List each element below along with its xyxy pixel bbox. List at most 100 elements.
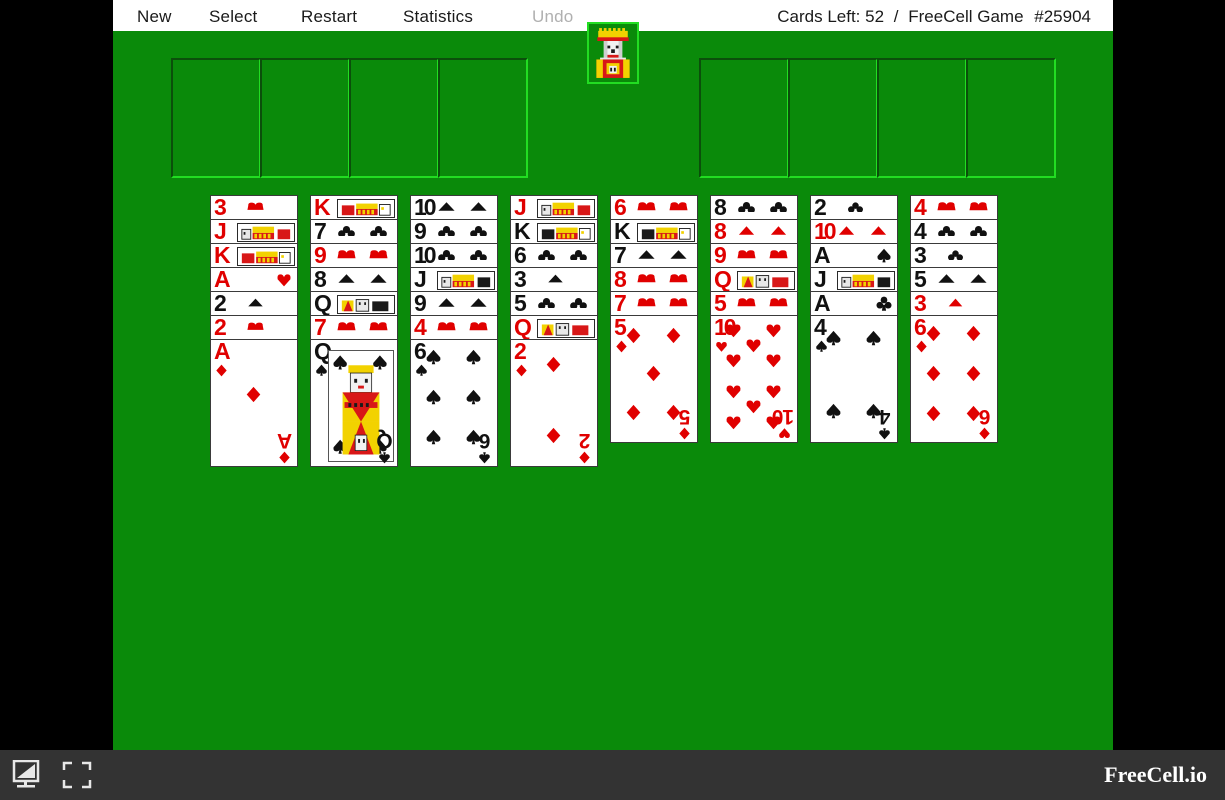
card-suit-pip [369, 321, 388, 332]
card-bottom-index: Q [376, 429, 394, 464]
card-rank: Q [514, 315, 532, 340]
card-q-spades[interactable]: QQ [310, 339, 398, 467]
card-suit-pip [569, 249, 588, 260]
card-rank: J [814, 267, 827, 292]
card-rank: 2 [514, 339, 527, 364]
card-rank: Q [714, 267, 732, 292]
card-suit-pip [947, 297, 964, 308]
card-suit-pip [876, 248, 892, 264]
card-rank: A [814, 243, 831, 268]
card-suit-pip [465, 389, 482, 406]
card-suit-pip [769, 249, 788, 260]
card-face-art [337, 199, 395, 218]
card-face-art [537, 199, 595, 218]
card-rank: Q [314, 291, 332, 316]
card-corner-suit [715, 340, 728, 353]
card-rank: 8 [614, 267, 627, 292]
screen-size-icon[interactable] [12, 760, 44, 790]
card-suit-pip [925, 405, 942, 422]
card-suit-pip [669, 249, 688, 260]
card-suit-pip [969, 225, 988, 236]
card-rank: 7 [314, 315, 327, 340]
card-suit-pip [769, 201, 788, 212]
card-rank: 7 [614, 243, 627, 268]
card-suit-pip [469, 201, 488, 212]
card-face-art [737, 271, 795, 290]
card-suit-pip [547, 273, 564, 284]
card-rank: K [314, 195, 331, 220]
card-suit-pip [665, 327, 682, 344]
card-suit-pip [876, 296, 892, 312]
card-bottom-index: 6 [976, 405, 994, 440]
card-rank: 8 [314, 267, 327, 292]
card-suit-pip [469, 321, 488, 332]
card-corner-suit [515, 364, 528, 377]
card-suit-pip [765, 352, 782, 369]
game-board[interactable]: New Select Restart Statistics Undo Cards… [113, 0, 1113, 750]
card-suit-pip [765, 383, 782, 400]
card-face-art [537, 319, 595, 338]
app-root: New Select Restart Statistics Undo Cards… [0, 0, 1225, 800]
card-suit-pip [245, 386, 262, 403]
card-suit-pip [625, 327, 642, 344]
card-4-spades[interactable]: 44 [810, 315, 898, 443]
card-suit-pip [545, 356, 562, 373]
card-suit-pip [737, 225, 756, 236]
card-suit-pip [437, 201, 456, 212]
card-rank: 7 [614, 291, 627, 316]
card-rank: 9 [714, 243, 727, 268]
card-rank: 4 [914, 195, 927, 220]
card-2-diamonds[interactable]: 22 [510, 339, 598, 467]
card-suit-pip [737, 297, 756, 308]
card-suit-pip [537, 249, 556, 260]
card-suit-pip [765, 322, 782, 339]
card-bottom-index: 5 [676, 405, 694, 440]
card-suit-pip [465, 349, 482, 366]
card-suit-pip [725, 383, 742, 400]
card-suit-pip [469, 225, 488, 236]
card-rank: 10 [414, 195, 437, 220]
card-10-hearts[interactable]: 10 10 [710, 315, 798, 443]
card-rank: J [214, 219, 227, 244]
card-rank: 5 [714, 291, 727, 316]
card-suit-pip [745, 337, 762, 354]
card-rank: 6 [514, 243, 527, 268]
card-suit-pip [425, 349, 442, 366]
card-6-spades[interactable]: 66 [410, 339, 498, 467]
card-face-art [237, 223, 295, 242]
card-suit-pip [276, 272, 292, 288]
card-a-diamonds[interactable]: AA [210, 339, 298, 467]
card-rank: 3 [914, 291, 927, 316]
card-suit-pip [469, 297, 488, 308]
card-suit-pip [337, 273, 356, 284]
card-suit-pip [637, 297, 656, 308]
card-5-diamonds[interactable]: 55 [610, 315, 698, 443]
card-suit-pip [425, 389, 442, 406]
card-6-diamonds[interactable]: 66 [910, 315, 998, 443]
card-suit-pip [825, 403, 842, 420]
card-rank: A [214, 339, 231, 364]
card-bottom-index: 6 [476, 429, 494, 464]
card-rank: 9 [414, 291, 427, 316]
card-suit-pip [247, 297, 264, 308]
tableau-area: 3 J K A 2 2 A A K 7 9 8 Q 7 Q Q 10 9 10 J 9 4 6 6 J K 6 3 5 Q 2 2 6 K 7 8 7 5… [113, 0, 1113, 600]
card-suit-pip [737, 201, 756, 212]
card-suit-pip [637, 249, 656, 260]
card-face-art [337, 295, 395, 314]
card-rank: 6 [914, 315, 927, 340]
card-rank: 6 [414, 339, 427, 364]
card-rank: 3 [914, 243, 927, 268]
card-rank: 7 [314, 219, 327, 244]
fullscreen-icon[interactable] [62, 761, 92, 789]
card-suit-pip [437, 225, 456, 236]
card-suit-pip [725, 322, 742, 339]
card-rank: 4 [414, 315, 427, 340]
card-rank: 3 [514, 267, 527, 292]
card-corner-suit [315, 364, 328, 377]
card-suit-pip [969, 201, 988, 212]
card-bottom-index: 2 [576, 429, 594, 464]
card-suit-pip [745, 398, 762, 415]
card-suit-pip [369, 225, 388, 236]
card-face-art [837, 271, 895, 290]
card-suit-pip [837, 225, 856, 236]
